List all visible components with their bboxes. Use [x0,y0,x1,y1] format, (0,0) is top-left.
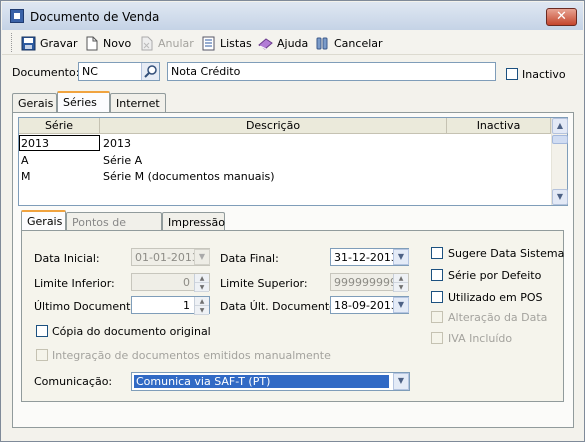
integracao-checkbox[interactable] [36,349,48,361]
scroll-up-icon[interactable]: ▲ [552,118,568,134]
table-cell-serie: 2013 [21,137,49,150]
integracao-label: Integração de documentos emitidos manual… [52,349,331,362]
void-document-icon [139,36,154,51]
sugere-data-label: Sugere Data Sistema [448,247,565,260]
documento-code-value: NC [82,65,98,78]
app-icon [10,9,24,23]
close-button[interactable]: ✕ [546,8,577,26]
spin-up-icon[interactable]: ▲ [195,274,209,283]
data-inicial-value: 01-01-2013 [135,251,199,264]
serie-defeito-checkbox[interactable] [431,269,443,281]
comunicacao-label: Comunicação: [34,375,113,388]
column-header-inactiva[interactable]: Inactiva [447,118,551,134]
documento-search-button[interactable] [141,63,159,80]
serie-defeito-label: Série por Defeito [448,269,542,282]
inactivo-label: Inactivo [522,68,566,81]
listas-button[interactable]: Listas [201,34,252,52]
data-final-label: Data Final: [220,252,279,265]
cancel-icon [315,36,330,51]
cancelar-button[interactable]: Cancelar [315,34,383,52]
anular-button[interactable]: Anular [139,34,194,52]
data-ult-documento-value: 18-09-2013 [334,299,398,312]
table-cell-descricao[interactable]: Série A [103,154,142,167]
table-cell-descricao: 2013 [103,137,131,150]
table-cell-descricao[interactable]: Série M (documentos manuais) [103,170,275,183]
limite-inferior-label: Limite Inferior: [34,277,115,290]
window-title: Documento de Venda [30,10,160,24]
save-icon [21,36,36,51]
spin-down-icon[interactable]: ▼ [394,283,408,292]
window: Documento de Venda ✕ Gravar Novo Anular … [0,0,585,442]
novo-button[interactable]: Novo [84,34,131,52]
spin-up-icon[interactable]: ▲ [394,274,408,283]
limite-superior-stepper[interactable]: ▲ ▼ [393,274,408,292]
ultimo-documento-stepper[interactable]: ▲ ▼ [194,297,209,315]
limite-inferior-stepper[interactable]: ▲ ▼ [194,274,209,292]
tab-gerais-sub[interactable]: Gerais [21,210,66,231]
data-ult-documento-label: Data Últ. Documento: [220,300,340,313]
comunicacao-select[interactable]: Comunica via SAF-T (PT) [131,372,410,391]
ultimo-documento-value: 1 [183,299,190,312]
inactivo-checkbox[interactable] [506,68,518,80]
toolbar: Gravar Novo Anular Listas Ajuda Cancelar [2,30,583,55]
title-bar: Documento de Venda ✕ [2,2,583,30]
tab-series[interactable]: Séries [57,91,110,112]
table-cell-serie[interactable]: A [21,154,29,167]
new-document-icon [84,36,99,51]
ultimo-documento-label: Último Documento: [34,300,141,313]
copia-label: Cópia do documento original [52,325,211,338]
iva-incluido-label: IVA Incluído [448,332,513,345]
tab-gerais[interactable]: Gerais [12,93,57,112]
tab-impressao[interactable]: Impressão [162,212,225,231]
utilizado-pos-label: Utilizado em POS [448,291,543,304]
toolbar-grip [11,33,13,52]
data-final-value: 31-12-2013 [334,251,398,264]
ajuda-button[interactable]: Ajuda [258,34,308,52]
help-book-icon [258,36,273,51]
spin-down-icon[interactable]: ▼ [195,283,209,292]
scroll-down-icon[interactable]: ▼ [552,189,568,205]
spin-up-icon[interactable]: ▲ [195,297,209,306]
data-final-dropdown-icon[interactable]: ▼ [393,249,409,265]
limite-superior-label: Limite Superior: [220,277,308,290]
list-icon [201,36,216,51]
column-header-serie[interactable]: Série [19,118,100,134]
data-inicial-dropdown-icon[interactable]: ▼ [194,249,210,265]
spin-down-icon[interactable]: ▼ [195,306,209,315]
alteracao-data-checkbox[interactable] [431,311,443,323]
gravar-button[interactable]: Gravar [21,34,78,52]
sugere-data-checkbox[interactable] [431,247,443,259]
comunicacao-selected-value: Comunica via SAF-T (PT) [134,375,389,388]
search-icon [144,64,158,81]
tab-pontos-de-venda[interactable]: Pontos de Venda [66,212,162,242]
data-inicial-label: Data Inicial: [34,252,100,265]
data-ult-dropdown-icon[interactable]: ▼ [393,297,409,313]
table-cell-serie[interactable]: M [21,170,31,183]
limite-inferior-value: 0 [183,276,190,289]
iva-incluido-checkbox[interactable] [431,332,443,344]
scroll-thumb[interactable] [552,135,568,144]
series-table: Série Descrição Inactiva 2013 2013 A Sér… [18,117,568,206]
limite-superior-value: 999999999 [334,276,397,289]
comunicacao-dropdown-icon[interactable]: ▼ [393,373,409,390]
alteracao-data-label: Alteração da Data [448,311,548,324]
table-vertical-scrollbar[interactable]: ▲ ▼ [551,118,568,205]
utilizado-pos-checkbox[interactable] [431,291,443,303]
documento-description-input[interactable]: Nota Crédito [167,62,496,81]
documento-label: Documento: [12,66,80,79]
column-header-descricao[interactable]: Descrição [100,118,447,134]
documento-description-value: Nota Crédito [171,65,241,78]
copia-checkbox[interactable] [36,325,48,337]
tab-internet[interactable]: Internet [110,93,166,112]
